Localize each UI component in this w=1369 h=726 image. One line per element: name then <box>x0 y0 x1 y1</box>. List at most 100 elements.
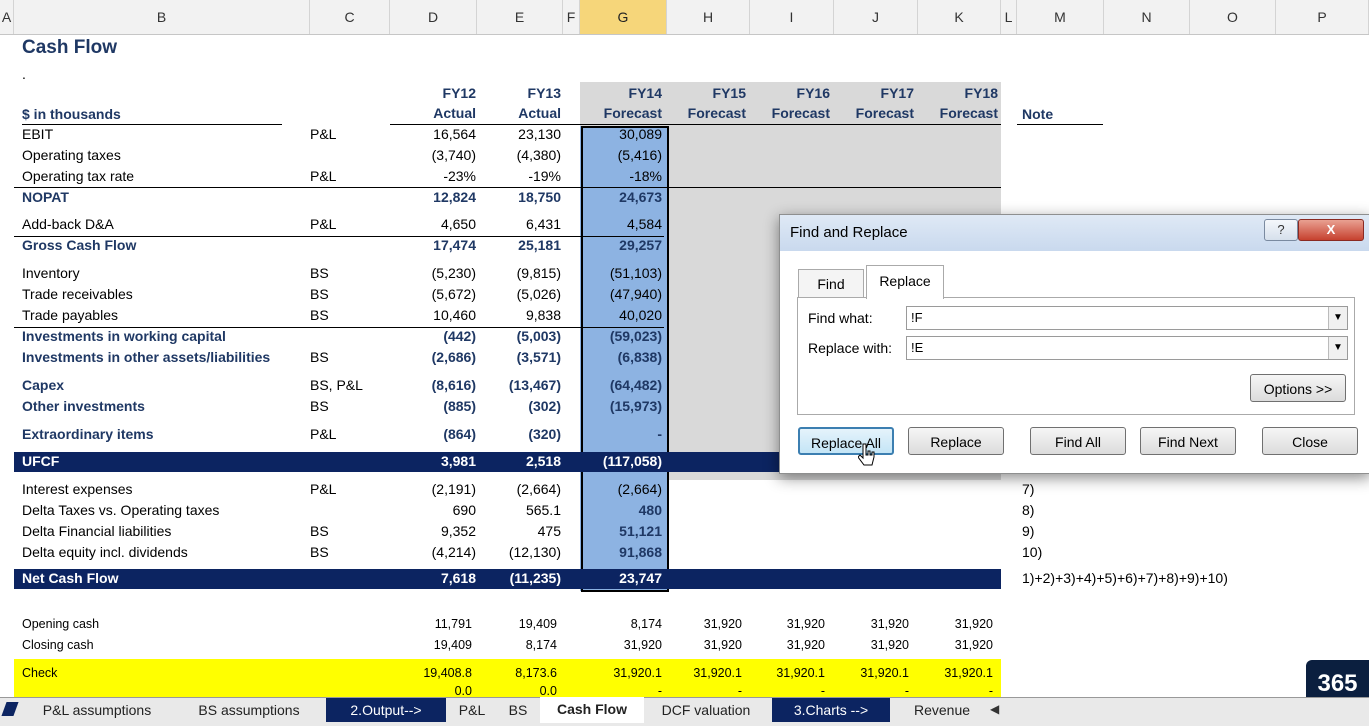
fy14-value[interactable]: 24,673 <box>580 187 662 207</box>
cash-value[interactable]: 31,920 <box>667 614 742 634</box>
fy12-value[interactable]: 16,564 <box>390 124 476 144</box>
row-note[interactable]: 7) <box>1022 479 1034 499</box>
fy12-value[interactable]: 17,474 <box>390 235 476 255</box>
replace-all-button[interactable]: Replace All <box>798 427 894 455</box>
row-label[interactable]: Delta equity incl. dividends <box>22 542 188 562</box>
row-source[interactable]: P&L <box>310 124 336 144</box>
fy12-value[interactable]: (8,616) <box>390 375 476 395</box>
fy12-value[interactable]: 7,618 <box>390 568 476 588</box>
cash-value[interactable]: 31,920 <box>834 614 909 634</box>
cash-value[interactable]: 31,920.1 <box>918 663 993 683</box>
fy13-value[interactable]: 9,838 <box>477 305 561 325</box>
row-note[interactable]: 1)+2)+3)+4)+5)+6)+7)+8)+9)+10) <box>1022 568 1228 588</box>
cash-value[interactable]: 8,174 <box>580 614 662 634</box>
fy14-value[interactable]: (64,482) <box>580 375 662 395</box>
fy13-value[interactable]: 25,181 <box>477 235 561 255</box>
cash-value[interactable]: 19,408.8 <box>390 663 472 683</box>
cash-value[interactable]: 19,409 <box>390 635 472 655</box>
cash-value[interactable]: 31,920 <box>667 635 742 655</box>
fy13-value[interactable]: (4,380) <box>477 145 561 165</box>
cash-value[interactable]: 8,173.6 <box>477 663 557 683</box>
row-label[interactable]: UFCF <box>22 451 59 471</box>
fy12-value[interactable]: 3,981 <box>390 451 476 471</box>
options-button[interactable]: Options >> <box>1250 374 1346 402</box>
fy14-value[interactable]: 23,747 <box>580 568 662 588</box>
col-header-b[interactable]: B <box>14 0 310 34</box>
row-source[interactable]: P&L <box>310 214 336 234</box>
cash-value[interactable]: 19,409 <box>477 614 557 634</box>
row-label[interactable]: Inventory <box>22 263 80 283</box>
fy13-value[interactable]: (2,664) <box>477 479 561 499</box>
fy13-value[interactable]: (5,003) <box>477 326 561 346</box>
fy12-value[interactable]: 10,460 <box>390 305 476 325</box>
row-source[interactable]: BS <box>310 396 329 416</box>
fy14-value[interactable]: (59,023) <box>580 326 662 346</box>
fy12-value[interactable]: (864) <box>390 424 476 444</box>
replace-dropdown-icon[interactable]: ▼ <box>1328 337 1347 359</box>
cash-value[interactable]: 31,920.1 <box>667 663 742 683</box>
row-label[interactable]: Delta Financial liabilities <box>22 521 171 541</box>
sheet-tab-pl-assumptions[interactable]: P&L assumptions <box>24 698 170 722</box>
replace-button[interactable]: Replace <box>908 427 1004 455</box>
fy12-value[interactable]: 690 <box>390 500 476 520</box>
cash-value[interactable]: 31,920 <box>750 635 825 655</box>
sheet-tab-dcf-valuation[interactable]: DCF valuation <box>650 698 762 722</box>
row-label[interactable]: EBIT <box>22 124 53 144</box>
find-all-button[interactable]: Find All <box>1030 427 1126 455</box>
fy14-value[interactable]: -18% <box>580 166 662 186</box>
fy13-value[interactable]: 6,431 <box>477 214 561 234</box>
row-label[interactable]: NOPAT <box>22 187 69 207</box>
fy12-value[interactable]: -23% <box>390 166 476 186</box>
row-source[interactable]: P&L <box>310 166 336 186</box>
cash-value[interactable]: 31,920 <box>834 635 909 655</box>
fy13-value[interactable]: 565.1 <box>477 500 561 520</box>
row-label[interactable]: Operating taxes <box>22 145 121 165</box>
fy13-value[interactable]: (5,026) <box>477 284 561 304</box>
fy14-value[interactable]: (2,664) <box>580 479 662 499</box>
row-source[interactable]: BS <box>310 521 329 541</box>
fy14-value[interactable]: (6,838) <box>580 347 662 367</box>
row-source[interactable]: BS, P&L <box>310 375 363 395</box>
col-header-m[interactable]: M <box>1017 0 1104 34</box>
fy14-value[interactable]: 30,089 <box>580 124 662 144</box>
cash-value[interactable]: 31,920.1 <box>580 663 662 683</box>
row-source[interactable]: BS <box>310 347 329 367</box>
cash-row-label[interactable]: Closing cash <box>22 635 94 655</box>
row-label[interactable]: Gross Cash Flow <box>22 235 136 255</box>
check-label[interactable]: Check <box>22 663 57 683</box>
col-header-f[interactable]: F <box>563 0 580 34</box>
cash-value[interactable]: 31,920 <box>750 614 825 634</box>
col-header-c[interactable]: C <box>310 0 390 34</box>
row-label[interactable]: Trade receivables <box>22 284 133 304</box>
cash-value[interactable]: 31,920.1 <box>834 663 909 683</box>
row-note[interactable]: 10) <box>1022 542 1042 562</box>
fy12-value[interactable]: (885) <box>390 396 476 416</box>
sheet-tab-output[interactable]: 2.Output--> <box>326 698 446 722</box>
fy12-value[interactable]: 12,824 <box>390 187 476 207</box>
col-header-l[interactable]: L <box>1001 0 1017 34</box>
dialog-close-x-button[interactable]: X <box>1298 219 1364 241</box>
fy14-value[interactable]: 480 <box>580 500 662 520</box>
fy14-value[interactable]: 51,121 <box>580 521 662 541</box>
row-label[interactable]: Capex <box>22 375 64 395</box>
row-label[interactable]: Net Cash Flow <box>22 568 118 588</box>
fy12-value[interactable]: (3,740) <box>390 145 476 165</box>
cash-value[interactable]: 31,920 <box>918 614 993 634</box>
fy14-value[interactable]: (117,058) <box>580 451 662 471</box>
fy14-value[interactable]: 40,020 <box>580 305 662 325</box>
col-header-n[interactable]: N <box>1104 0 1190 34</box>
cash-value[interactable]: 31,920 <box>918 635 993 655</box>
sheet-tab-pl[interactable]: P&L <box>452 698 492 722</box>
cash-value[interactable]: 31,920 <box>580 635 662 655</box>
fy13-value[interactable]: (302) <box>477 396 561 416</box>
find-dropdown-icon[interactable]: ▼ <box>1328 307 1347 329</box>
tab-find[interactable]: Find <box>798 269 864 298</box>
cash-value[interactable]: 31,920.1 <box>750 663 825 683</box>
col-header-d[interactable]: D <box>390 0 477 34</box>
fy12-value[interactable]: (5,230) <box>390 263 476 283</box>
fy14-value[interactable]: 4,584 <box>580 214 662 234</box>
fy14-value[interactable]: - <box>580 424 662 444</box>
row-source[interactable]: BS <box>310 284 329 304</box>
tab-scroll-left-icon[interactable]: ◀ <box>990 702 999 716</box>
fy13-value[interactable]: (9,815) <box>477 263 561 283</box>
